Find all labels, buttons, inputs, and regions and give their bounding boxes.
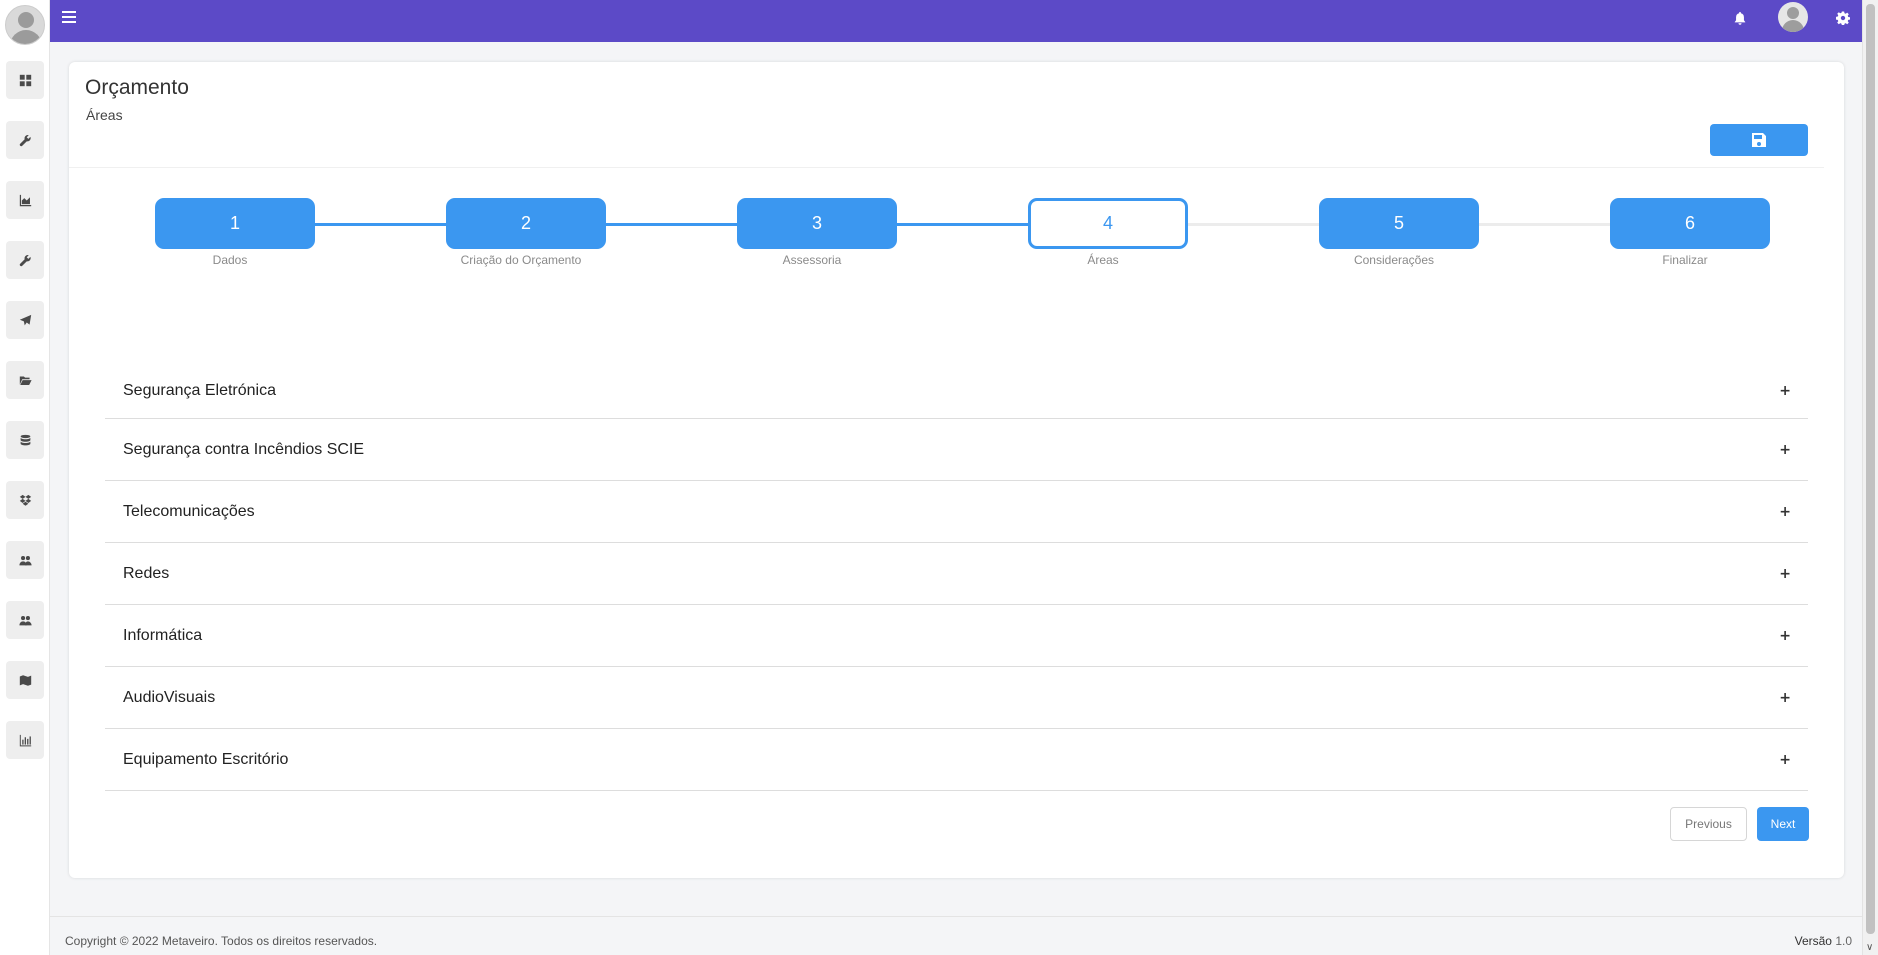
users-icon xyxy=(18,615,32,625)
save-icon xyxy=(1752,133,1766,147)
version-text: Versão 1.0 xyxy=(1795,934,1852,948)
step-2[interactable]: 2 xyxy=(446,198,606,249)
accordion-item-label: Segurança Eletrónica xyxy=(123,381,276,399)
step-6[interactable]: 6 xyxy=(1610,198,1770,249)
sidebar-item-tools[interactable] xyxy=(6,121,44,159)
menu-toggle-icon[interactable] xyxy=(62,11,76,23)
step-1[interactable]: 1 xyxy=(155,198,315,249)
step-4-current[interactable]: 4 xyxy=(1028,198,1188,249)
step-label: Áreas xyxy=(1087,253,1119,267)
header-divider xyxy=(69,167,1824,168)
sidebar-item-reports[interactable] xyxy=(6,721,44,759)
accordion-item[interactable]: AudioVisuais + xyxy=(105,667,1808,729)
sidebar-item-area-chart[interactable] xyxy=(6,181,44,219)
copyright-text: Copyright © 2022 Metaveiro. Todos os dir… xyxy=(65,934,378,948)
expand-plus-icon[interactable]: + xyxy=(1779,442,1791,458)
sidebar xyxy=(0,0,50,955)
accordion-item-label: Equipamento Escritório xyxy=(123,750,289,768)
step-label: Assessoria xyxy=(782,253,842,267)
sidebar-item-dashboard[interactable] xyxy=(6,61,44,99)
bar-chart-icon xyxy=(19,734,31,746)
page-title: Orçamento xyxy=(85,76,189,99)
wrench-icon xyxy=(19,134,31,146)
accordion-item-label: AudioVisuais xyxy=(123,688,216,706)
sidebar-item-map[interactable] xyxy=(6,661,44,699)
step-3[interactable]: 3 xyxy=(737,198,897,249)
step-connector xyxy=(896,223,1028,226)
database-icon xyxy=(20,434,30,445)
save-button[interactable] xyxy=(1710,124,1808,156)
version-value: 1.0 xyxy=(1835,934,1852,948)
step-connector xyxy=(1478,223,1610,226)
accordion-item[interactable]: Segurança Eletrónica + xyxy=(105,363,1808,419)
gear-icon[interactable] xyxy=(1836,10,1850,26)
footer: Copyright © 2022 Metaveiro. Todos os dir… xyxy=(50,916,1862,955)
accordion-item-label: Telecomunicações xyxy=(123,502,255,520)
accordion-item-label: Redes xyxy=(123,564,170,582)
accordion-item-label: Segurança contra Incêndios SCIE xyxy=(123,440,365,458)
previous-button[interactable]: Previous xyxy=(1670,807,1747,841)
users-icon xyxy=(18,555,32,565)
step-connector xyxy=(605,223,737,226)
step-connector xyxy=(1187,223,1319,226)
notifications-bell-icon[interactable] xyxy=(1733,10,1747,26)
step-label: Criação do Orçamento xyxy=(460,253,582,267)
folder-open-icon xyxy=(19,375,32,385)
accordion-item[interactable]: Informática + xyxy=(105,605,1808,667)
profile-avatar[interactable] xyxy=(1778,2,1808,32)
expand-plus-icon[interactable]: + xyxy=(1779,628,1791,644)
step-label: Finalizar xyxy=(1662,253,1708,267)
areas-accordion: Segurança Eletrónica + Segurança contra … xyxy=(105,363,1808,791)
expand-plus-icon[interactable]: + xyxy=(1779,690,1791,706)
expand-plus-icon[interactable]: + xyxy=(1779,752,1791,768)
sidebar-item-tools-2[interactable] xyxy=(6,241,44,279)
expand-plus-icon[interactable]: + xyxy=(1779,566,1791,582)
sidebar-item-folder[interactable] xyxy=(6,361,44,399)
accordion-item-label: Informática xyxy=(123,626,203,644)
version-label: Versão xyxy=(1794,934,1832,948)
sidebar-item-dropbox[interactable] xyxy=(6,481,44,519)
dashboard-icon xyxy=(19,74,31,86)
accordion-item[interactable]: Segurança contra Incêndios SCIE + xyxy=(105,419,1808,481)
expand-plus-icon[interactable]: + xyxy=(1779,504,1791,520)
sidebar-item-users[interactable] xyxy=(6,541,44,579)
expand-plus-icon[interactable]: + xyxy=(1779,383,1791,399)
accordion-item[interactable]: Redes + xyxy=(105,543,1808,605)
next-button[interactable]: Next xyxy=(1757,807,1809,841)
scrollbar-thumb[interactable] xyxy=(1866,4,1875,934)
sidebar-item-database[interactable] xyxy=(6,421,44,459)
step-label: Considerações xyxy=(1353,253,1435,267)
user-avatar[interactable] xyxy=(5,5,45,45)
page-subtitle: Áreas xyxy=(86,107,123,123)
paper-plane-icon xyxy=(19,314,31,325)
map-icon xyxy=(19,674,31,686)
sidebar-item-send[interactable] xyxy=(6,301,44,339)
sidebar-item-users-2[interactable] xyxy=(6,601,44,639)
top-bar xyxy=(50,0,1862,42)
accordion-item[interactable]: Equipamento Escritório + xyxy=(105,729,1808,791)
step-label: Dados xyxy=(212,253,248,267)
step-5[interactable]: 5 xyxy=(1319,198,1479,249)
area-chart-icon xyxy=(19,194,31,206)
dropbox-icon xyxy=(19,494,31,506)
scroll-down-icon[interactable]: ∨ xyxy=(1866,942,1873,953)
scrollbar[interactable]: ∨ xyxy=(1862,0,1878,955)
budget-card: Orçamento Áreas 1 2 3 4 5 6 Dados Criaçã… xyxy=(69,62,1844,878)
accordion-item[interactable]: Telecomunicações + xyxy=(105,481,1808,543)
wrench-icon xyxy=(19,254,31,266)
step-connector xyxy=(314,223,446,226)
